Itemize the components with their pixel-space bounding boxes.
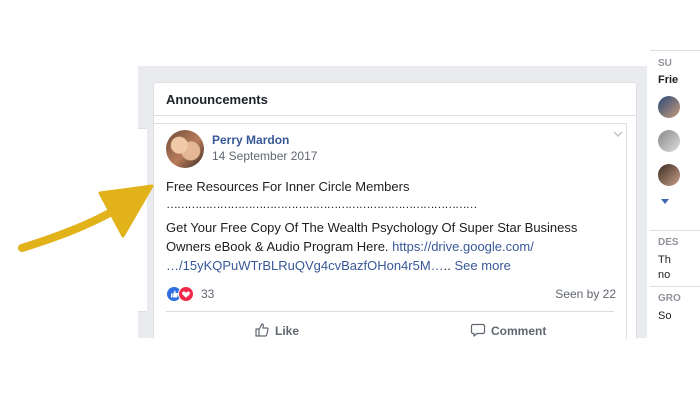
arrow-icon [18, 184, 154, 252]
